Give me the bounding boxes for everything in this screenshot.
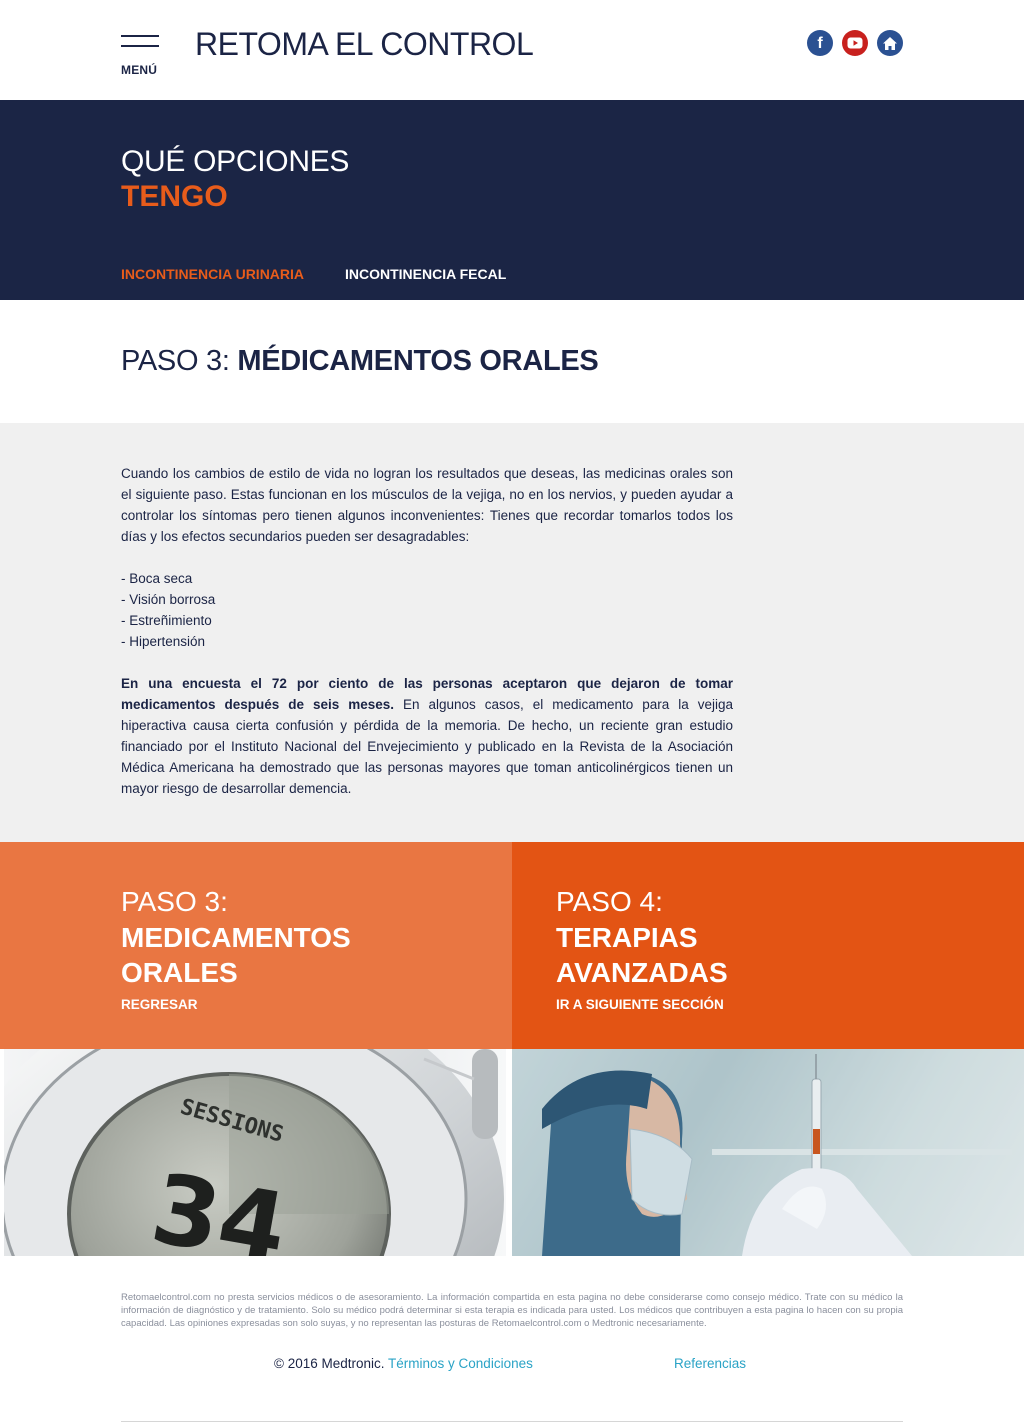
youtube-play-icon bbox=[847, 37, 863, 49]
doctor-illustration bbox=[512, 1049, 1024, 1256]
list-item: - Hipertensión bbox=[121, 634, 206, 649]
footer-divider bbox=[121, 1421, 903, 1422]
next-section-link[interactable]: IR A SIGUIENTE SECCIÓN bbox=[556, 997, 724, 1012]
step-name-line: MEDICAMENTOS bbox=[121, 922, 351, 953]
step-label: PASO 4: bbox=[556, 886, 663, 917]
hamburger-icon bbox=[121, 35, 159, 37]
survey-paragraph: En una encuesta el 72 por ciento de las … bbox=[121, 673, 733, 799]
hero-banner: QUÉ OPCIONES TENGO INCONTINENCIA URINARI… bbox=[0, 100, 1024, 300]
hamburger-bar bbox=[121, 45, 159, 47]
tab-incontinencia-urinaria[interactable]: INCONTINENCIA URINARIA bbox=[121, 266, 304, 282]
menu-label: MENÚ bbox=[121, 63, 158, 77]
list-item: - Visión borrosa bbox=[121, 592, 216, 607]
terms-link[interactable]: Términos y Condiciones bbox=[388, 1356, 533, 1371]
section-title: PASO 3: MÉDICAMENTOS ORALES bbox=[121, 345, 599, 378]
step-label: PASO 3: bbox=[121, 886, 228, 917]
tab-incontinencia-fecal[interactable]: INCONTINENCIA FECAL bbox=[345, 266, 506, 282]
step-4-card[interactable]: PASO 4: TERAPIAS AVANZADAS IR A SIGUIENT… bbox=[512, 842, 1024, 1049]
step-name-line: TERAPIAS bbox=[556, 922, 698, 953]
site-header: MENÚ RETOMA EL CONTROL f bbox=[0, 0, 1024, 100]
step-name: MEDICAMENTOS ORALES bbox=[121, 920, 351, 990]
menu-button[interactable]: MENÚ bbox=[121, 35, 161, 80]
site-title[interactable]: RETOMA EL CONTROL bbox=[195, 26, 534, 63]
step-3-card[interactable]: PASO 3: MEDICAMENTOS ORALES REGRESAR bbox=[0, 842, 512, 1049]
youtube-icon[interactable] bbox=[842, 30, 868, 56]
hero-title: QUÉ OPCIONES bbox=[121, 145, 350, 178]
references-link[interactable]: Referencias bbox=[674, 1356, 746, 1371]
back-link[interactable]: REGRESAR bbox=[121, 997, 198, 1012]
step-name: TERAPIAS AVANZADAS bbox=[556, 920, 728, 990]
intro-paragraph: Cuando los cambios de estilo de vida no … bbox=[121, 466, 733, 544]
house-icon bbox=[883, 36, 897, 50]
doctor-photo bbox=[512, 1049, 1024, 1256]
list-item: - Estreñimiento bbox=[121, 613, 212, 628]
copyright-line: © 2016 Medtronic. Términos y Condiciones bbox=[274, 1356, 533, 1371]
list-item: - Boca seca bbox=[121, 571, 193, 586]
step-name-line: ORALES bbox=[121, 957, 238, 988]
content-section: Cuando los cambios de estilo de vida no … bbox=[0, 423, 1024, 842]
device-photo: SESSIONS 34 bbox=[4, 1049, 506, 1256]
section-step-name: MÉDICAMENTOS ORALES bbox=[237, 345, 599, 377]
content-text: Cuando los cambios de estilo de vida no … bbox=[121, 463, 733, 820]
section-step-prefix: PASO 3: bbox=[121, 345, 230, 377]
home-icon[interactable] bbox=[877, 30, 903, 56]
facebook-icon[interactable]: f bbox=[807, 30, 833, 56]
copyright-text: © 2016 Medtronic. bbox=[274, 1356, 385, 1371]
hero-title-accent: TENGO bbox=[121, 180, 228, 213]
device-illustration: SESSIONS 34 bbox=[4, 1049, 504, 1256]
side-effects-list: - Boca seca - Visión borrosa - Estreñimi… bbox=[121, 568, 733, 652]
disclaimer-text: Retomaelcontrol.com no presta servicios … bbox=[121, 1292, 903, 1329]
step-name-line: AVANZADAS bbox=[556, 957, 728, 988]
